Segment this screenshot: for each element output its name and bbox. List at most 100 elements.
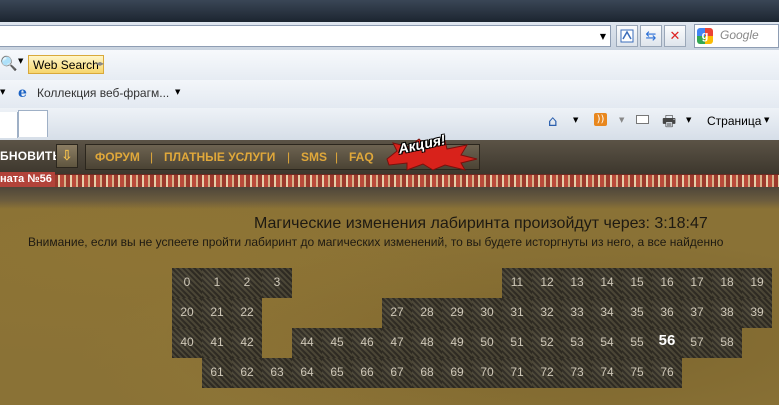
maze-cell[interactable]: 28 bbox=[412, 298, 442, 328]
maze-cell[interactable]: 45 bbox=[322, 328, 352, 358]
maze-cell[interactable]: 71 bbox=[502, 358, 532, 388]
maze-cell[interactable]: 51 bbox=[502, 328, 532, 358]
maze-cell[interactable]: 53 bbox=[562, 328, 592, 358]
maze-cell[interactable]: 46 bbox=[352, 328, 382, 358]
maze-cell[interactable]: 54 bbox=[592, 328, 622, 358]
maze-cell[interactable]: 31 bbox=[502, 298, 532, 328]
maze-cell[interactable]: 2 bbox=[232, 268, 262, 298]
chevron-down-icon[interactable]: ▼ bbox=[686, 116, 691, 124]
maze-cell[interactable]: 30 bbox=[472, 298, 502, 328]
maze-cell[interactable]: 41 bbox=[202, 328, 232, 358]
chevron-down-icon[interactable]: ▼ bbox=[175, 88, 180, 96]
new-tab-button[interactable] bbox=[18, 110, 48, 137]
refresh-game-button[interactable]: БНОВИТЬ bbox=[0, 149, 61, 163]
maze-cell[interactable]: 66 bbox=[352, 358, 382, 388]
maze-cell[interactable]: 70 bbox=[472, 358, 502, 388]
maze-cell-number: 14 bbox=[600, 275, 614, 289]
maze-cell[interactable]: 58 bbox=[712, 328, 742, 358]
page-menu-button[interactable]: Страница bbox=[707, 114, 761, 128]
maze-cell[interactable]: 47 bbox=[382, 328, 412, 358]
maze-cell[interactable]: 57 bbox=[682, 328, 712, 358]
maze-cell-number: 46 bbox=[360, 335, 374, 349]
maze-cell[interactable]: 16 bbox=[652, 268, 682, 298]
search-toolbar bbox=[0, 50, 779, 81]
mail-icon[interactable] bbox=[636, 115, 649, 124]
print-icon[interactable]: 🖶 bbox=[662, 111, 676, 136]
maze-cell[interactable]: 68 bbox=[412, 358, 442, 388]
arrow-down-icon[interactable]: ⇩ bbox=[56, 144, 78, 168]
maze-cell[interactable]: 37 bbox=[682, 298, 712, 328]
maze-cell[interactable]: 35 bbox=[622, 298, 652, 328]
maze-cell[interactable]: 65 bbox=[322, 358, 352, 388]
maze-cell[interactable]: 32 bbox=[532, 298, 562, 328]
maze-cell-current[interactable]: 56 bbox=[652, 328, 682, 358]
maze-cell[interactable]: 14 bbox=[592, 268, 622, 298]
maze-cell[interactable]: 64 bbox=[292, 358, 322, 388]
maze-cell-number: 22 bbox=[240, 305, 254, 319]
nav-link-faq[interactable]: FAQ bbox=[349, 150, 374, 164]
maze-cell-number: 27 bbox=[390, 305, 404, 319]
maze-cell[interactable]: 21 bbox=[202, 298, 232, 328]
maze-cell[interactable]: 29 bbox=[442, 298, 472, 328]
address-dropdown-button[interactable]: ▼ bbox=[594, 25, 612, 47]
maze-cell[interactable]: 69 bbox=[442, 358, 472, 388]
compatibility-view-button[interactable] bbox=[616, 25, 638, 47]
maze-cell[interactable]: 18 bbox=[712, 268, 742, 298]
maze-cell[interactable]: 49 bbox=[442, 328, 472, 358]
maze-cell[interactable]: 38 bbox=[712, 298, 742, 328]
maze-cell[interactable]: 3 bbox=[262, 268, 292, 298]
maze-cell[interactable]: 44 bbox=[292, 328, 322, 358]
maze-cell[interactable]: 12 bbox=[532, 268, 562, 298]
maze-cell[interactable]: 61 bbox=[202, 358, 232, 388]
maze-cell[interactable]: 17 bbox=[682, 268, 712, 298]
favorites-item-web-slices[interactable]: Коллекция веб-фрагм... bbox=[37, 86, 169, 100]
rss-icon[interactable]: )) bbox=[594, 113, 607, 126]
maze-cell[interactable]: 48 bbox=[412, 328, 442, 358]
chevron-down-icon[interactable]: ▼ bbox=[18, 57, 23, 65]
maze-cell[interactable]: 62 bbox=[232, 358, 262, 388]
stop-button[interactable]: ✕ bbox=[664, 25, 686, 47]
maze-cell-number: 52 bbox=[540, 335, 554, 349]
maze-cell[interactable]: 13 bbox=[562, 268, 592, 298]
chevron-down-icon[interactable]: ▼ bbox=[0, 88, 5, 96]
refresh-button[interactable]: ⇆ bbox=[640, 25, 662, 47]
maze-cell[interactable]: 52 bbox=[532, 328, 562, 358]
maze-cell[interactable]: 55 bbox=[622, 328, 652, 358]
maze-cell[interactable]: 19 bbox=[742, 268, 772, 298]
maze-cell[interactable]: 27 bbox=[382, 298, 412, 328]
maze-cell[interactable]: 33 bbox=[562, 298, 592, 328]
maze-cell-number: 73 bbox=[570, 365, 584, 379]
chevron-down-icon[interactable]: ▼ bbox=[764, 116, 769, 124]
maze-cell[interactable]: 36 bbox=[652, 298, 682, 328]
address-input[interactable] bbox=[0, 25, 611, 47]
maze-cell[interactable]: 63 bbox=[262, 358, 292, 388]
nav-link-sms[interactable]: SMS bbox=[301, 150, 327, 164]
tab-active[interactable] bbox=[0, 112, 18, 138]
chevron-down-icon[interactable]: ▼ bbox=[573, 116, 578, 124]
nav-link-paid-services[interactable]: ПЛАТНЫЕ УСЛУГИ bbox=[164, 150, 275, 164]
maze-cell[interactable]: 39 bbox=[742, 298, 772, 328]
maze-cell[interactable]: 0 bbox=[172, 268, 202, 298]
web-search-button[interactable]: Web Search bbox=[28, 55, 104, 74]
maze-cell[interactable]: 67 bbox=[382, 358, 412, 388]
maze-cell[interactable]: 22 bbox=[232, 298, 262, 328]
maze-cell[interactable]: 76 bbox=[652, 358, 682, 388]
maze-cell[interactable]: 34 bbox=[592, 298, 622, 328]
maze-cell[interactable]: 1 bbox=[202, 268, 232, 298]
maze-cell[interactable]: 15 bbox=[622, 268, 652, 298]
chevron-down-icon[interactable]: ▼ bbox=[619, 116, 624, 124]
maze-cell[interactable]: 75 bbox=[622, 358, 652, 388]
maze-cell[interactable]: 42 bbox=[232, 328, 262, 358]
home-icon[interactable]: ⌂ bbox=[548, 112, 558, 130]
maze-cell[interactable]: 50 bbox=[472, 328, 502, 358]
nav-link-forum[interactable]: ФОРУМ bbox=[95, 150, 140, 164]
maze-cell[interactable]: 20 bbox=[172, 298, 202, 328]
maze-cell[interactable]: 40 bbox=[172, 328, 202, 358]
maze-cell[interactable]: 73 bbox=[562, 358, 592, 388]
maze-cell[interactable]: 72 bbox=[532, 358, 562, 388]
maze-cell-number: 17 bbox=[690, 275, 704, 289]
maze-cell[interactable]: 74 bbox=[592, 358, 622, 388]
maze-cell-number: 41 bbox=[210, 335, 224, 349]
maze-cell[interactable]: 11 bbox=[502, 268, 532, 298]
search-icon[interactable]: 🔍 bbox=[0, 56, 17, 72]
